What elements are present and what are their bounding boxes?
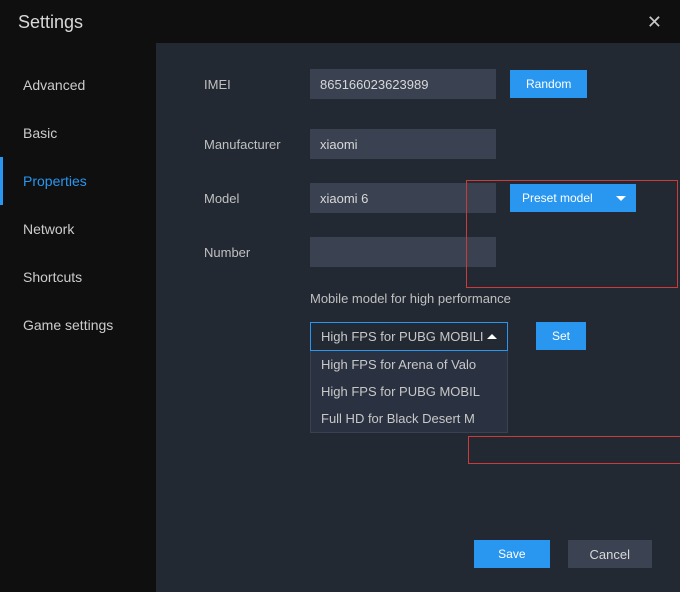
sidebar-item-game-settings[interactable]: Game settings — [0, 301, 156, 349]
performance-dropdown-wrap: High FPS for PUBG MOBILI High FPS for Ar… — [156, 322, 680, 433]
save-button[interactable]: Save — [474, 540, 549, 568]
sidebar: Advanced Basic Properties Network Shortc… — [0, 43, 156, 592]
close-icon[interactable]: ✕ — [647, 12, 662, 33]
set-button-wrap: Set — [522, 322, 586, 350]
performance-dropdown-list: High FPS for Arena of Valo High FPS for … — [310, 351, 508, 433]
main-panel: IMEI Random Manufacturer Model Preset mo… — [156, 43, 680, 592]
cancel-button[interactable]: Cancel — [568, 540, 652, 568]
sidebar-item-shortcuts[interactable]: Shortcuts — [0, 253, 156, 301]
performance-selected-label: High FPS for PUBG MOBILI — [321, 329, 484, 344]
row-imei: IMEI Random — [156, 69, 680, 99]
sidebar-item-properties[interactable]: Properties — [0, 157, 156, 205]
titlebar: Settings ✕ — [0, 0, 680, 43]
preset-model-button[interactable]: Preset model — [510, 184, 636, 212]
row-model: Model Preset model — [156, 183, 680, 213]
footer: Save Cancel — [474, 540, 652, 568]
manufacturer-field[interactable] — [310, 129, 496, 159]
set-button[interactable]: Set — [536, 322, 586, 350]
row-manufacturer: Manufacturer — [156, 129, 680, 159]
dropdown-option[interactable]: High FPS for Arena of Valo — [311, 351, 507, 378]
label-number: Number — [204, 245, 310, 260]
performance-dropdown[interactable]: High FPS for PUBG MOBILI — [310, 322, 508, 351]
sidebar-item-network[interactable]: Network — [0, 205, 156, 253]
window-title: Settings — [18, 12, 83, 33]
random-button[interactable]: Random — [510, 70, 587, 98]
chevron-up-icon — [487, 334, 497, 339]
dropdown-option[interactable]: Full HD for Black Desert M — [311, 405, 507, 432]
dropdown-option[interactable]: High FPS for PUBG MOBIL — [311, 378, 507, 405]
sidebar-item-advanced[interactable]: Advanced — [0, 61, 156, 109]
model-field[interactable] — [310, 183, 496, 213]
number-field[interactable] — [310, 237, 496, 267]
label-imei: IMEI — [204, 77, 310, 92]
window-body: Advanced Basic Properties Network Shortc… — [0, 43, 680, 592]
label-manufacturer: Manufacturer — [204, 137, 310, 152]
label-model: Model — [204, 191, 310, 206]
imei-field[interactable] — [310, 69, 496, 99]
preset-model-label: Preset model — [522, 191, 593, 205]
chevron-down-icon — [616, 196, 626, 201]
sidebar-item-basic[interactable]: Basic — [0, 109, 156, 157]
row-number: Number — [156, 237, 680, 267]
settings-window: Settings ✕ Advanced Basic Properties Net… — [0, 0, 680, 592]
annotation-box — [468, 436, 680, 464]
performance-label: Mobile model for high performance — [156, 291, 680, 306]
